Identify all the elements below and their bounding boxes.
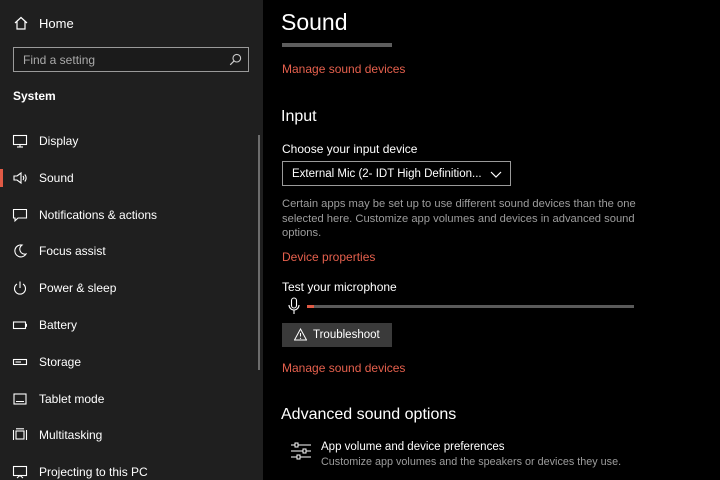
sidebar-item-label: Multitasking	[39, 428, 103, 443]
input-heading: Input	[281, 108, 317, 125]
microphone-icon	[288, 297, 300, 314]
advanced-sound-heading: Advanced sound options	[281, 406, 457, 423]
search-input[interactable]	[14, 48, 224, 71]
microphone-level-bar	[307, 305, 634, 308]
device-properties-link[interactable]: Device properties	[282, 250, 375, 264]
sidebar-item-power-sleep[interactable]: Power & sleep	[0, 269, 263, 306]
manage-sound-devices-link-top[interactable]: Manage sound devices	[282, 62, 405, 76]
storage-icon	[12, 358, 28, 365]
choose-input-label: Choose your input device	[282, 142, 418, 156]
sidebar-item-focus-assist[interactable]: Focus assist	[0, 232, 263, 269]
selected-indicator	[0, 168, 3, 187]
sidebar-item-label: Battery	[39, 317, 78, 332]
power-icon	[13, 281, 27, 295]
sidebar-item-display[interactable]: Display	[0, 122, 263, 159]
sidebar-item-label: Notifications & actions	[39, 207, 158, 222]
projecting-icon	[12, 466, 28, 479]
input-device-dropdown[interactable]: External Mic (2- IDT High Definition...	[282, 161, 511, 186]
sound-settings-page: Sound Manage sound devices Input Choose …	[263, 0, 720, 480]
chevron-down-icon	[490, 171, 502, 178]
sidebar-item-projecting[interactable]: Projecting to this PC	[0, 453, 263, 480]
app-volume-title[interactable]: App volume and device preferences	[321, 441, 504, 453]
multitasking-icon	[12, 428, 28, 441]
tablet-icon	[13, 393, 27, 405]
sidebar-item-sound[interactable]: Sound	[0, 159, 263, 196]
moon-icon	[14, 244, 28, 258]
sidebar-item-label: Projecting to this PC	[39, 465, 148, 480]
sidebar-item-label: Power & sleep	[39, 281, 117, 296]
home-label: Home	[39, 16, 74, 31]
sidebar-item-label: Focus assist	[39, 244, 106, 259]
sidebar-item-label: Storage	[39, 354, 82, 369]
section-title: System	[13, 89, 56, 103]
test-microphone-label: Test your microphone	[282, 280, 397, 294]
app-volume-description: Customize app volumes and the speakers o…	[321, 456, 622, 468]
home-icon	[14, 16, 28, 30]
sliders-icon[interactable]	[290, 441, 312, 461]
sidebar-item-battery[interactable]: Battery	[0, 306, 263, 343]
sidebar-item-storage[interactable]: Storage	[0, 343, 263, 380]
settings-sidebar: Home System Display Sound	[0, 0, 263, 480]
search-icon[interactable]	[229, 53, 242, 66]
page-title: Sound	[281, 9, 348, 35]
sidebar-item-tablet-mode[interactable]: Tablet mode	[0, 380, 263, 417]
battery-icon	[12, 321, 27, 330]
home-nav-item[interactable]: Home	[0, 6, 263, 40]
output-volume-bar	[282, 43, 392, 47]
monitor-icon	[12, 134, 28, 148]
speaker-icon	[13, 171, 27, 184]
manage-sound-devices-link-bottom[interactable]: Manage sound devices	[282, 361, 405, 375]
sidebar-item-label: Display	[39, 134, 79, 148]
notification-icon	[12, 208, 28, 222]
troubleshoot-label: Troubleshoot	[313, 329, 380, 341]
sidebar-item-multitasking[interactable]: Multitasking	[0, 416, 263, 453]
search-box[interactable]	[13, 47, 249, 72]
microphone-level-fill	[307, 305, 314, 308]
warning-icon	[294, 328, 307, 341]
sidebar-item-label: Sound	[39, 170, 74, 185]
troubleshoot-button[interactable]: Troubleshoot	[282, 323, 392, 347]
input-device-value: External Mic (2- IDT High Definition...	[292, 168, 482, 180]
sidebar-item-notifications[interactable]: Notifications & actions	[0, 196, 263, 233]
nav-list: Display Sound Notifications & actions Fo…	[0, 122, 263, 480]
sidebar-scrollbar[interactable]	[258, 135, 260, 370]
input-description: Certain apps may be set up to use differ…	[282, 198, 636, 239]
sidebar-item-label: Tablet mode	[39, 391, 105, 406]
